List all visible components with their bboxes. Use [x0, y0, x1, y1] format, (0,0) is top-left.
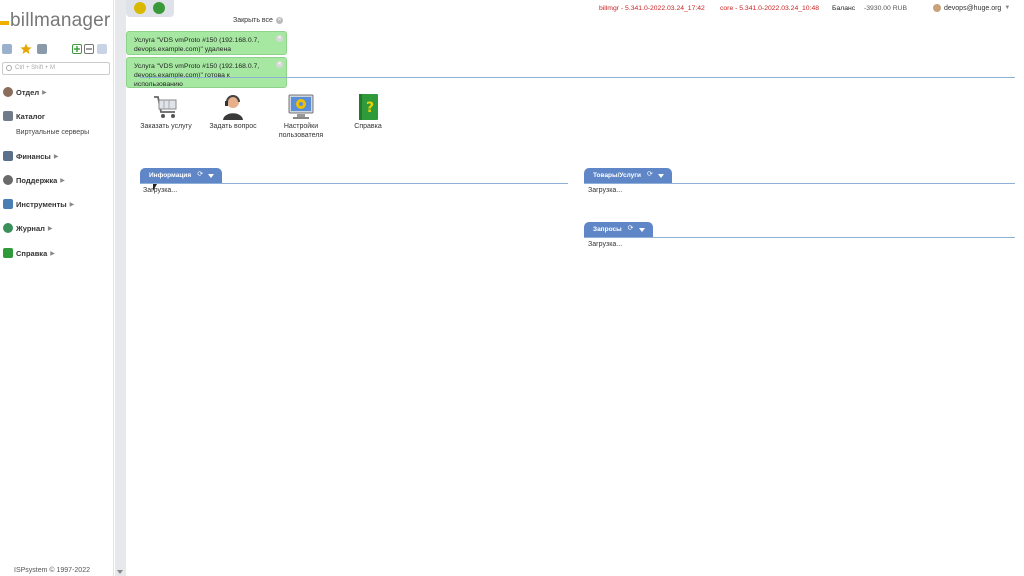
- user-settings-button[interactable]: Настройки пользователя: [271, 93, 331, 140]
- copyright: ISPsystem © 1997-2022: [14, 567, 90, 574]
- sidebar-item-help[interactable]: Справка ▶: [3, 248, 55, 258]
- search-icon: [6, 65, 12, 71]
- balance-value: -3930.00 RUB: [864, 5, 908, 12]
- avatar-icon: [933, 4, 941, 12]
- chevron-down-icon: ▼: [1004, 5, 1011, 11]
- search-placeholder: Ctrl + Shift + M: [15, 65, 56, 71]
- scroll-down-icon[interactable]: [117, 570, 123, 574]
- refresh-icon[interactable]: ⟳: [197, 171, 203, 178]
- calculator-icon: [3, 151, 13, 161]
- tools-icon: [3, 199, 13, 209]
- refresh-icon[interactable]: ⟳: [647, 171, 653, 178]
- chevron-down-icon[interactable]: [208, 174, 215, 178]
- balance-label: Баланс: [832, 5, 856, 12]
- notification-text: Услуга "VDS vmProto #150 (192.168.0.7, d…: [134, 63, 260, 88]
- logo-mark: [0, 21, 9, 25]
- widget-title: Товары/Услуги: [593, 172, 641, 179]
- widget-info-divider: [140, 183, 568, 184]
- chevron-right-icon: ▶: [69, 201, 75, 208]
- chevron-right-icon: ▶: [60, 177, 65, 184]
- search-input[interactable]: Ctrl + Shift + M: [2, 62, 110, 75]
- sidebar-item-catalog[interactable]: Каталог: [3, 111, 45, 121]
- chevron-right-icon: ▶: [47, 225, 53, 232]
- chevron-right-icon: ▶: [50, 250, 55, 257]
- sidebar-toolbar: [2, 43, 110, 56]
- support-agent-icon: [219, 93, 247, 121]
- widget-requests-tab[interactable]: Запросы ⟳: [584, 222, 653, 237]
- notifications-toolbar: [126, 0, 174, 17]
- refresh-icon[interactable]: ⟳: [628, 225, 634, 232]
- mouse-cursor: [153, 184, 157, 191]
- close-all-button[interactable]: Закрыть все ✕: [233, 17, 283, 24]
- sidebar-subitem-virtual-servers[interactable]: Виртуальные серверы: [16, 129, 89, 136]
- sidebar-item-label: Каталог: [16, 111, 46, 121]
- pin-icon[interactable]: [97, 44, 107, 54]
- action-label: Настройки пользователя: [278, 123, 324, 139]
- notification-ready: Услуга "VDS vmProto #150 (192.168.0.7, d…: [126, 57, 287, 88]
- chevron-right-icon: ▶: [42, 89, 47, 96]
- sidebar: billmanager Ctrl + Shift + M Отдел ▶ Кат…: [0, 0, 114, 576]
- sidebar-item-log[interactable]: Журнал ▶: [3, 223, 53, 233]
- widget-requests-divider: [584, 237, 1015, 238]
- widget-goods-loading: Загрузка...: [588, 187, 623, 194]
- user-icon: [3, 87, 13, 97]
- monitor-settings-icon: [287, 93, 315, 121]
- widget-title: Информация: [149, 172, 192, 179]
- logo[interactable]: billmanager: [0, 8, 110, 34]
- help-button[interactable]: ? Справка: [338, 93, 398, 132]
- sidebar-resize-gutter[interactable]: [115, 0, 126, 576]
- widget-goods-divider: [584, 183, 1015, 184]
- action-label: Задать вопрос: [209, 123, 257, 130]
- sidebar-item-label: Журнал: [16, 223, 45, 233]
- close-all-label: Закрыть все: [233, 17, 273, 24]
- user-email: devops@huge.org: [944, 4, 1002, 12]
- chevron-down-icon[interactable]: [657, 174, 664, 178]
- book-icon: [3, 248, 13, 258]
- screenshot-icon[interactable]: [37, 44, 47, 54]
- sidebar-item-department[interactable]: Отдел ▶: [3, 87, 47, 97]
- sidebar-item-label: Поддержка: [16, 175, 58, 185]
- close-icon[interactable]: ✕: [276, 35, 283, 42]
- order-service-button[interactable]: Заказать услугу: [136, 93, 196, 132]
- svg-text:?: ?: [366, 100, 374, 116]
- collapse-all-icon[interactable]: [84, 44, 94, 54]
- notification-deleted: Услуга "VDS vmProto #150 (192.168.0.7, d…: [126, 31, 287, 55]
- headset-icon: [3, 175, 13, 185]
- cart-icon: [3, 111, 13, 121]
- chevron-right-icon: ▶: [53, 153, 59, 160]
- help-book-icon: ?: [354, 93, 382, 121]
- close-icon: ✕: [275, 17, 283, 24]
- widget-title: Запросы: [593, 226, 622, 233]
- dashboard-divider: [140, 77, 1015, 78]
- sidebar-item-tools[interactable]: Инструменты ▶: [3, 199, 74, 209]
- expand-all-icon[interactable]: [72, 44, 82, 54]
- ask-question-button[interactable]: Задать вопрос: [203, 93, 263, 132]
- star-icon[interactable]: [20, 43, 32, 54]
- widget-requests-loading: Загрузка...: [588, 241, 623, 248]
- sidebar-item-support[interactable]: Поддержка ▶: [3, 175, 65, 185]
- sidebar-item-label: Финансы: [16, 151, 51, 161]
- widget-info-tab[interactable]: Информация ⟳: [140, 168, 223, 183]
- logo-text: billmanager: [10, 10, 111, 31]
- globe-icon: [3, 223, 13, 233]
- sidebar-item-finance[interactable]: Финансы ▶: [3, 151, 58, 161]
- action-label: Справка: [354, 123, 382, 130]
- sidebar-item-label: Отдел: [16, 87, 40, 97]
- billmgr-version: billmgr - 5.341.0-2022.03.24_17:42: [599, 5, 705, 12]
- user-menu[interactable]: devops@huge.org ▼: [933, 4, 1010, 12]
- widget-goods-tab[interactable]: Товары/Услуги ⟳: [584, 168, 672, 183]
- sidebar-item-label: Справка: [16, 248, 48, 258]
- notification-text: Услуга "VDS vmProto #150 (192.168.0.7, d…: [134, 37, 260, 53]
- core-version: core - 5.341.0-2022.03.24_10:48: [720, 5, 820, 12]
- close-icon[interactable]: ✕: [276, 61, 283, 68]
- list-view-icon[interactable]: [2, 44, 12, 54]
- widget-info-loading: Загрузка...: [143, 187, 178, 194]
- cart-icon: [152, 93, 180, 121]
- notification-ok-icon[interactable]: [153, 2, 165, 14]
- chevron-down-icon[interactable]: [638, 228, 645, 232]
- sidebar-item-label: Инструменты: [16, 199, 67, 209]
- action-label: Заказать услугу: [140, 123, 192, 130]
- notification-bell-icon[interactable]: [134, 2, 146, 14]
